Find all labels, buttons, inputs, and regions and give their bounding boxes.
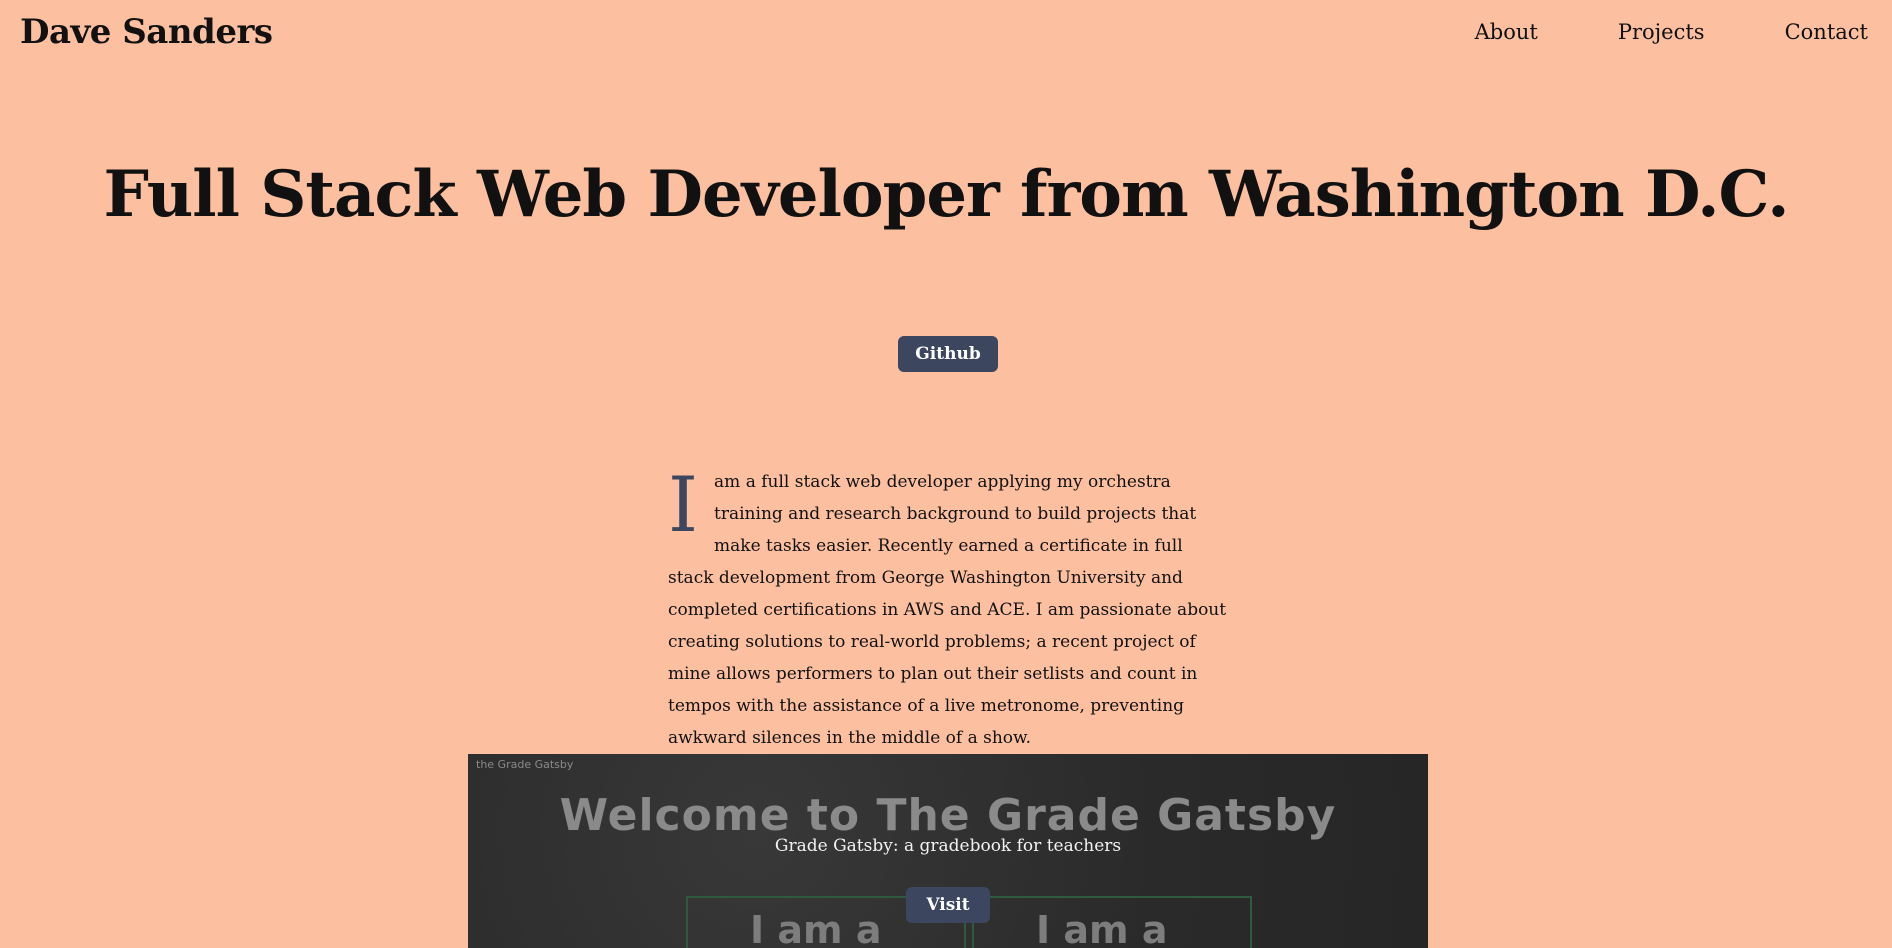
main-nav: About Projects Contact [1475, 20, 1868, 44]
nav-contact[interactable]: Contact [1785, 20, 1868, 44]
nav-projects[interactable]: Projects [1618, 20, 1705, 44]
bio-text: am a full stack web developer applying m… [668, 472, 1227, 748]
project-caption: Grade Gatsby: a gradebook for teachers [774, 836, 1122, 856]
project-screenshot-title: Welcome to The Grade Gatsby [559, 790, 1337, 841]
bio-dropcap: I [668, 460, 699, 549]
project-card: the Grade Gatsby Welcome to The Grade Ga… [468, 754, 1428, 948]
brand-name[interactable]: Dave Sanders [20, 12, 273, 52]
site-header: Dave Sanders About Projects Contact [0, 0, 1892, 68]
screenshot-card-left-text: I am a [750, 908, 882, 948]
hero-title: Full Stack Web Developer from Washington… [103, 157, 1789, 232]
github-button[interactable]: Github [898, 336, 998, 372]
page: Dave Sanders About Projects Contact Full… [0, 0, 1892, 948]
bio-paragraph: Iam a full stack web developer applying … [668, 466, 1228, 754]
project-screenshot-tag: the Grade Gatsby [476, 758, 574, 771]
screenshot-card-right-text: I am a [1036, 908, 1168, 948]
nav-about[interactable]: About [1475, 20, 1538, 44]
visit-button[interactable]: Visit [906, 887, 990, 923]
